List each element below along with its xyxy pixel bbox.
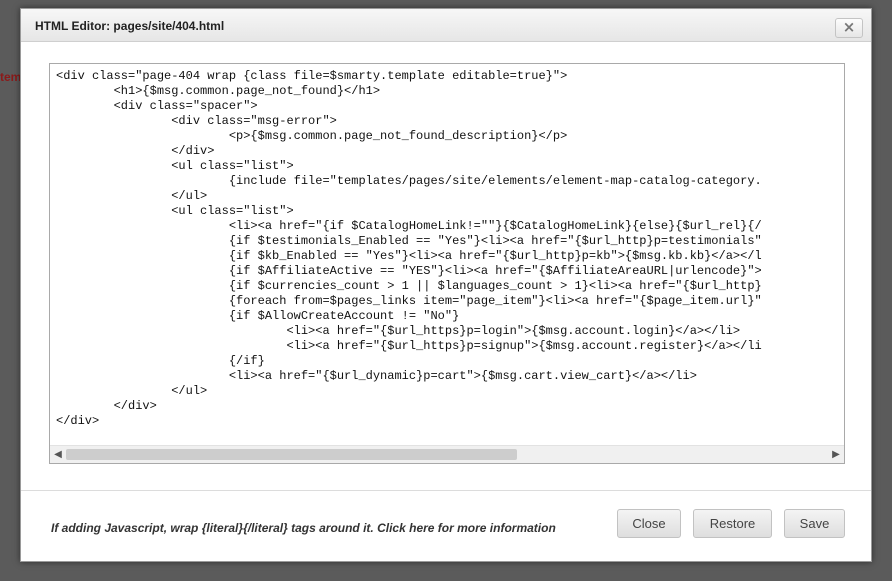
code-line: {if $testimonials_Enabled == "Yes"}<li><…: [56, 234, 762, 248]
code-textarea[interactable]: <div class="page-404 wrap {class file=$s…: [56, 69, 838, 443]
code-line: {/if}: [56, 354, 265, 368]
code-line: {if $AffiliateActive == "YES"}<li><a hre…: [56, 264, 762, 278]
code-line: <li><a href="{$url_https}p=login">{$msg.…: [56, 324, 741, 338]
code-line: {if $AllowCreateAccount != "No"}: [56, 309, 460, 323]
save-button[interactable]: Save: [784, 509, 845, 538]
restore-button[interactable]: Restore: [693, 509, 772, 538]
code-line: <li><a href="{if $CatalogHomeLink!=""}{$…: [56, 219, 762, 233]
code-line: </ul>: [56, 384, 208, 398]
background-page-text: tem: [0, 70, 22, 84]
scroll-right-icon[interactable]: ▶: [829, 447, 843, 462]
code-line: </div>: [56, 144, 215, 158]
close-icon[interactable]: ×: [835, 18, 863, 38]
scrollbar-thumb[interactable]: [66, 449, 517, 460]
code-line: <ul class="list">: [56, 204, 294, 218]
code-line: {if $currencies_count > 1 || $languages_…: [56, 279, 762, 293]
code-line: <div class="spacer">: [56, 99, 258, 113]
code-line: {include file="templates/pages/site/elem…: [56, 174, 762, 188]
code-editor[interactable]: <div class="page-404 wrap {class file=$s…: [49, 63, 845, 464]
code-line: </ul>: [56, 189, 208, 203]
html-editor-dialog: HTML Editor: pages/site/404.html × <div …: [20, 8, 872, 562]
code-line: <div class="page-404 wrap {class file=$s…: [56, 69, 568, 83]
code-line: <p>{$msg.common.page_not_found_descripti…: [56, 129, 568, 143]
close-button[interactable]: Close: [617, 509, 681, 538]
horizontal-scrollbar[interactable]: ◀ ▶: [50, 445, 844, 463]
dialog-title: HTML Editor: pages/site/404.html: [35, 19, 225, 33]
code-line: <ul class="list">: [56, 159, 294, 173]
code-line: <li><a href="{$url_dynamic}p=cart">{$msg…: [56, 369, 697, 383]
code-line: {if $kb_Enabled == "Yes"}<li><a href="{$…: [56, 249, 762, 263]
code-line: </div>: [56, 399, 157, 413]
dialog-footer: If adding Javascript, wrap {literal}{/li…: [21, 490, 871, 561]
javascript-hint-link[interactable]: If adding Javascript, wrap {literal}{/li…: [51, 521, 556, 535]
code-line: </div>: [56, 414, 100, 428]
scroll-left-icon[interactable]: ◀: [51, 447, 65, 462]
code-line: <li><a href="{$url_https}p=signup">{$msg…: [56, 339, 762, 353]
dialog-titlebar: HTML Editor: pages/site/404.html ×: [21, 9, 871, 42]
code-line: {foreach from=$pages_links item="page_it…: [56, 294, 762, 308]
code-line: <div class="msg-error">: [56, 114, 337, 128]
code-line: <h1>{$msg.common.page_not_found}</h1>: [56, 84, 381, 98]
